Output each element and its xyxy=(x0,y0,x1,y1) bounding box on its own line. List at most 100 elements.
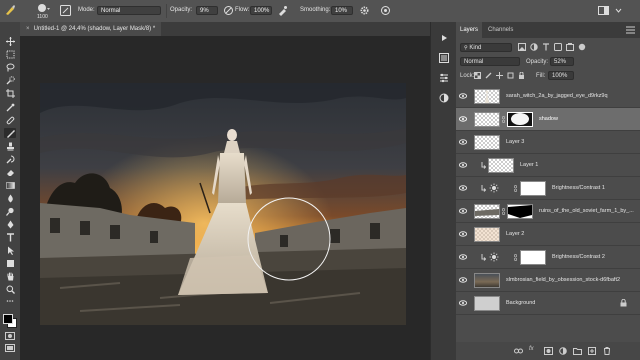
eye-icon[interactable] xyxy=(459,299,467,307)
link-layers-icon[interactable] xyxy=(514,347,523,355)
blend-mode-select[interactable]: Normal xyxy=(460,57,520,66)
layer-mask-thumbnail[interactable] xyxy=(520,250,546,265)
smoothing-input[interactable]: 10% xyxy=(331,6,353,15)
tab-layers[interactable]: Layers xyxy=(456,22,483,38)
chain-link-icon[interactable] xyxy=(502,116,505,123)
layer-row[interactable]: Layer 1 xyxy=(456,154,640,177)
tab-channels[interactable]: Channels xyxy=(484,22,517,38)
eye-icon[interactable] xyxy=(459,253,467,261)
brush-tool-icon[interactable] xyxy=(4,4,16,16)
eye-icon[interactable] xyxy=(459,115,467,123)
collapse-panels-icon[interactable] xyxy=(438,32,450,44)
workspace-icon[interactable] xyxy=(598,5,609,16)
eye-icon[interactable] xyxy=(459,138,467,146)
filter-smart-object-icon[interactable] xyxy=(566,43,574,51)
panel-menu-icon[interactable] xyxy=(626,26,635,34)
lock-pixels-icon[interactable] xyxy=(485,72,492,79)
flow-input[interactable]: 100% xyxy=(250,6,272,15)
lock-transparent-icon[interactable] xyxy=(474,72,481,79)
layer-mask-thumbnail[interactable] xyxy=(520,181,546,196)
filter-shape-icon[interactable] xyxy=(554,43,562,51)
chain-link-icon[interactable] xyxy=(514,254,517,261)
layer-name: Layer 1 xyxy=(520,162,539,168)
layer-opacity-input[interactable]: 52% xyxy=(550,57,574,66)
filter-kind-select[interactable]: ⚲ Kind xyxy=(460,43,512,52)
add-mask-icon[interactable] xyxy=(544,347,553,355)
healing-icon[interactable] xyxy=(4,115,16,125)
eye-icon[interactable] xyxy=(459,184,467,192)
layer-row[interactable]: Background xyxy=(456,292,640,315)
blur-icon[interactable] xyxy=(4,193,16,203)
brush-panel-icon[interactable] xyxy=(60,5,71,16)
layer-row-selected[interactable]: shadow xyxy=(456,108,640,131)
mode-select[interactable]: Normal xyxy=(97,6,161,15)
history-brush-icon[interactable] xyxy=(4,154,16,164)
history-panel-icon[interactable] xyxy=(438,52,450,64)
more-tools-icon[interactable] xyxy=(6,298,14,304)
filter-toggle-icon[interactable] xyxy=(578,43,586,51)
layer-row[interactable]: Brightness/Contrast 2 xyxy=(456,246,640,269)
quick-select-icon[interactable] xyxy=(4,75,16,85)
layer-row[interactable]: Layer 2 xyxy=(456,223,640,246)
gear-icon[interactable] xyxy=(359,5,370,16)
tab-layers-label: Layers xyxy=(460,27,479,33)
screen-mode-icon[interactable] xyxy=(5,344,15,352)
fill-input[interactable]: 100% xyxy=(548,71,574,80)
eye-icon[interactable] xyxy=(459,276,467,284)
chain-link-icon[interactable] xyxy=(514,185,517,192)
pressure-size-icon[interactable] xyxy=(380,5,391,16)
layer-row[interactable]: Layer 3 xyxy=(456,131,640,154)
adjustments-panel-icon[interactable] xyxy=(438,92,450,104)
close-icon[interactable]: × xyxy=(26,22,32,36)
lock-all-icon[interactable] xyxy=(518,71,525,79)
move-icon[interactable] xyxy=(4,36,16,46)
pressure-opacity-icon[interactable] xyxy=(223,5,234,16)
shape-icon[interactable] xyxy=(4,258,16,268)
document-canvas[interactable] xyxy=(40,83,406,325)
eye-icon[interactable] xyxy=(459,207,467,215)
quick-mask-icon[interactable] xyxy=(5,332,15,340)
lock-artboard-icon[interactable] xyxy=(507,72,514,79)
eraser-icon[interactable] xyxy=(4,167,16,177)
properties-panel-icon[interactable] xyxy=(438,72,450,84)
filter-adjustment-icon[interactable] xyxy=(530,43,538,51)
path-select-icon[interactable] xyxy=(4,245,16,255)
filter-pixel-icon[interactable] xyxy=(518,43,526,51)
layer-row[interactable]: Brightness/Contrast 1 xyxy=(456,177,640,200)
trash-icon[interactable] xyxy=(603,347,611,355)
layer-row[interactable]: ruins_of_the_old_soviet_farm_1_by_... xyxy=(456,200,640,223)
zoom-icon[interactable] xyxy=(4,284,16,294)
brush-icon[interactable] xyxy=(4,128,16,138)
document-tab[interactable]: × Untitled-1 @ 24,4% (shadow, Layer Mask… xyxy=(20,22,162,36)
chevron-down-icon[interactable] xyxy=(614,5,623,16)
new-layer-icon[interactable] xyxy=(588,347,596,355)
layer-row[interactable]: slmbrosian_field_by_obsession_stock-d6fb… xyxy=(456,269,640,292)
foreground-color-swatch[interactable] xyxy=(3,314,13,324)
eye-icon[interactable] xyxy=(459,161,467,169)
eye-icon[interactable] xyxy=(459,230,467,238)
opacity-input[interactable]: 9% xyxy=(196,6,218,15)
lasso-icon[interactable] xyxy=(4,62,16,72)
pen-icon[interactable] xyxy=(4,219,16,229)
dodge-icon[interactable] xyxy=(4,206,16,216)
gradient-icon[interactable] xyxy=(4,180,16,190)
new-group-icon[interactable] xyxy=(573,347,582,355)
filter-kind-value: Kind xyxy=(469,45,482,51)
lock-icon[interactable] xyxy=(620,299,627,307)
marquee-icon[interactable] xyxy=(4,49,16,59)
airbrush-icon[interactable] xyxy=(277,5,288,16)
hand-icon[interactable] xyxy=(4,271,16,281)
layer-mask-thumbnail[interactable] xyxy=(507,112,533,127)
crop-icon[interactable] xyxy=(4,88,16,98)
new-adjustment-icon[interactable] xyxy=(559,347,567,355)
filter-type-icon[interactable] xyxy=(542,43,550,51)
layer-row[interactable]: sarah_witch_2a_by_jagged_eye_d9rkz9q xyxy=(456,85,640,108)
lock-position-icon[interactable] xyxy=(496,72,503,79)
chain-link-icon[interactable] xyxy=(502,208,505,215)
eyedropper-icon[interactable] xyxy=(4,102,16,112)
type-icon[interactable] xyxy=(4,232,16,242)
fx-icon[interactable]: fx xyxy=(529,346,539,355)
stamp-icon[interactable] xyxy=(4,141,16,151)
eye-icon[interactable] xyxy=(459,92,467,100)
layer-mask-thumbnail[interactable] xyxy=(507,204,533,219)
